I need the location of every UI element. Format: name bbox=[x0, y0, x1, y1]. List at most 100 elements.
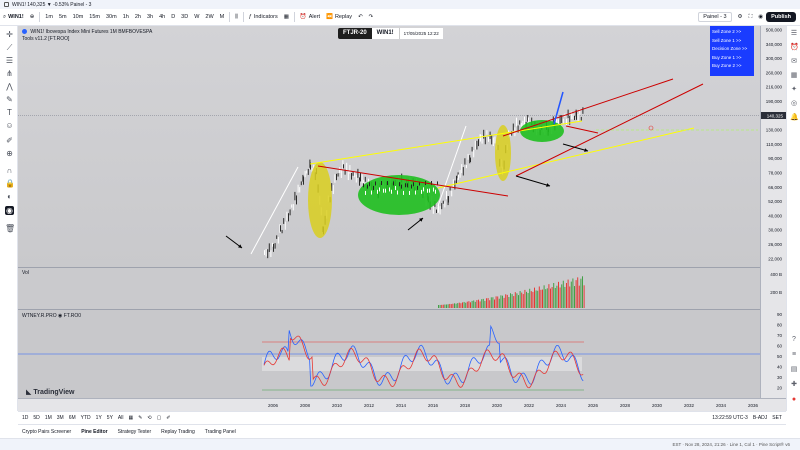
brush-tool-icon[interactable]: ✎ bbox=[138, 415, 142, 421]
streams-icon[interactable]: ◎ bbox=[790, 100, 798, 108]
layers-icon[interactable]: ≡ bbox=[790, 351, 798, 359]
candle bbox=[288, 213, 289, 222]
range-all[interactable]: All bbox=[118, 415, 124, 421]
volume-tick-label: 400 B bbox=[770, 272, 782, 277]
bottom-tab[interactable]: Crypto Pairs Screener bbox=[22, 429, 71, 435]
timeframe-15m[interactable]: 15m bbox=[86, 14, 103, 20]
magnet-icon[interactable]: ∩ bbox=[5, 166, 14, 175]
range-1m[interactable]: 1M bbox=[45, 415, 52, 421]
calendar-range-icon[interactable]: ▦ bbox=[128, 415, 133, 421]
timeframe-D[interactable]: D bbox=[168, 14, 178, 20]
trash-icon[interactable]: 🗑 bbox=[5, 224, 15, 233]
chart-area[interactable]: 500,000 340,000 300,000 260,000 216,000 190,0… bbox=[18, 26, 786, 411]
range-1y[interactable]: 1Y bbox=[96, 415, 102, 421]
lock-icon[interactable]: 🔒 bbox=[5, 179, 15, 188]
horizontal-lines-icon[interactable]: ☰ bbox=[5, 56, 14, 65]
sync-icon[interactable]: ⟲ bbox=[147, 415, 151, 421]
timeframe-5m[interactable]: 5m bbox=[56, 14, 70, 20]
settings-button[interactable]: ⚙ bbox=[735, 9, 746, 25]
calendar-icon[interactable]: ▦ bbox=[790, 72, 798, 80]
clock-readout[interactable]: 13:22:59 UTC-3 bbox=[712, 415, 748, 421]
volume-bar bbox=[532, 291, 534, 308]
range-5d[interactable]: 5D bbox=[33, 415, 39, 421]
timeframe-3h[interactable]: 3h bbox=[144, 14, 156, 20]
volume-bar bbox=[494, 299, 495, 308]
candle-overlay bbox=[413, 182, 414, 187]
candle-overlay bbox=[415, 190, 416, 195]
watchlist-icon[interactable]: ☰ bbox=[790, 30, 798, 38]
volume-bar bbox=[513, 296, 515, 308]
timeframe-M[interactable]: M bbox=[217, 14, 228, 20]
layout-button[interactable]: Painel - 3 bbox=[695, 9, 734, 25]
drawing-tool-icon[interactable]: ✐ bbox=[166, 415, 170, 421]
alert-button[interactable]: ⏰ Alert bbox=[297, 9, 323, 25]
candle-overlay bbox=[373, 185, 374, 190]
hide-drawings-icon[interactable]: ◐ bbox=[5, 192, 14, 201]
ideas-icon[interactable]: ✦ bbox=[790, 86, 798, 94]
trend-line-icon[interactable]: ⟋ bbox=[5, 43, 14, 52]
indicators-button[interactable]: ƒ Indicators bbox=[246, 9, 281, 25]
emoji-icon[interactable]: ☺ bbox=[5, 121, 14, 130]
pitchfork-icon[interactable]: ⋔ bbox=[5, 69, 14, 78]
candle bbox=[273, 243, 274, 252]
compare-button[interactable]: ⊕ bbox=[27, 9, 38, 25]
zoom-icon[interactable]: ⊕ bbox=[5, 149, 14, 158]
volume-bar bbox=[545, 289, 547, 308]
replay-button[interactable]: ⏪ Replay bbox=[323, 9, 355, 25]
eye-icon[interactable]: ◉ bbox=[5, 206, 14, 215]
fullscreen-button[interactable]: ⛶ bbox=[745, 9, 755, 25]
help-icon[interactable]: ? bbox=[790, 336, 798, 344]
snapshot-button[interactable]: ◉ bbox=[755, 9, 766, 25]
undo-button[interactable]: ↶ bbox=[355, 9, 366, 25]
redo-button[interactable]: ↷ bbox=[366, 9, 377, 25]
symbol-search-button[interactable]: ⌕ WIN1! bbox=[0, 9, 27, 25]
range-6m[interactable]: 6M bbox=[69, 415, 76, 421]
hotlist-icon[interactable]: ✚ bbox=[790, 381, 798, 389]
timeframe-1m[interactable]: 1m bbox=[42, 14, 56, 20]
range-ytd[interactable]: YTD bbox=[81, 415, 91, 421]
adjustment-toggle[interactable]: B-ADJ bbox=[753, 415, 767, 421]
zone-label: Decision Zone >> bbox=[712, 46, 748, 51]
text-icon[interactable]: T bbox=[5, 108, 14, 117]
publish-button[interactable]: Publish bbox=[766, 12, 796, 22]
timeframe-1h[interactable]: 1h bbox=[120, 14, 132, 20]
timeframe-2h[interactable]: 2h bbox=[132, 14, 144, 20]
bottom-tab[interactable]: Trading Panel bbox=[205, 429, 236, 435]
range-5y[interactable]: 5Y bbox=[107, 415, 113, 421]
data-window-icon[interactable]: ▤ bbox=[790, 366, 798, 374]
timeframe-10m[interactable]: 10m bbox=[70, 14, 87, 20]
zone-label: Sell Zone 1 >> bbox=[712, 37, 742, 43]
volume-legend[interactable]: Vol bbox=[22, 270, 29, 276]
live-icon[interactable]: ● bbox=[790, 396, 798, 404]
range-1d[interactable]: 1D bbox=[22, 415, 28, 421]
bottom-tab[interactable]: Replay Trading bbox=[161, 429, 195, 435]
timeframe-30m[interactable]: 30m bbox=[103, 14, 120, 20]
timeframe-3D[interactable]: 3D bbox=[178, 14, 191, 20]
timeframe-W[interactable]: W bbox=[191, 14, 202, 20]
alarm-clock-icon[interactable]: ⏰ bbox=[790, 44, 799, 52]
timeframe-2W[interactable]: 2W bbox=[202, 14, 216, 20]
templates-button[interactable]: ▦ bbox=[281, 9, 292, 25]
sheet-icon[interactable]: ▢ bbox=[157, 415, 162, 421]
candle bbox=[272, 242, 273, 247]
oscillator-legend[interactable]: WTNEY.R.PRO ◉ FT.RO0 bbox=[22, 313, 81, 319]
crosshair-icon[interactable]: ✛ bbox=[5, 30, 14, 39]
timeframe-4h[interactable]: 4h bbox=[156, 14, 168, 20]
notifications-icon[interactable]: 🔔 bbox=[790, 114, 799, 122]
time-tick-label: 2008 bbox=[300, 403, 311, 408]
tools-legend[interactable]: Tools v11.2 [FT.ROO] bbox=[22, 36, 69, 42]
session-toggle[interactable]: SET bbox=[772, 415, 782, 421]
volume-bar bbox=[450, 304, 452, 308]
bottom-tab[interactable]: Pine Editor bbox=[81, 429, 107, 435]
ruler-icon[interactable]: ✐ bbox=[5, 136, 14, 145]
volume-bar bbox=[497, 296, 499, 308]
chart-type-button[interactable]: ⫼ bbox=[232, 9, 241, 25]
pattern-icon[interactable]: ⋀ bbox=[5, 82, 14, 91]
tradingview-logo[interactable]: ◣ TradingView bbox=[26, 388, 75, 397]
bottom-tab[interactable]: Strategy Tester bbox=[118, 429, 152, 435]
brush-icon[interactable]: ✎ bbox=[5, 95, 14, 104]
main-legend[interactable]: WIN1! Ibovespa Index Mini Futures 1M BMF… bbox=[22, 29, 152, 35]
zones-table: Sell Zone 2 >> Sell Zone 1 >> Decision Zon… bbox=[710, 26, 754, 76]
range-3m[interactable]: 3M bbox=[57, 415, 64, 421]
chat-icon[interactable]: ✉ bbox=[790, 58, 798, 66]
